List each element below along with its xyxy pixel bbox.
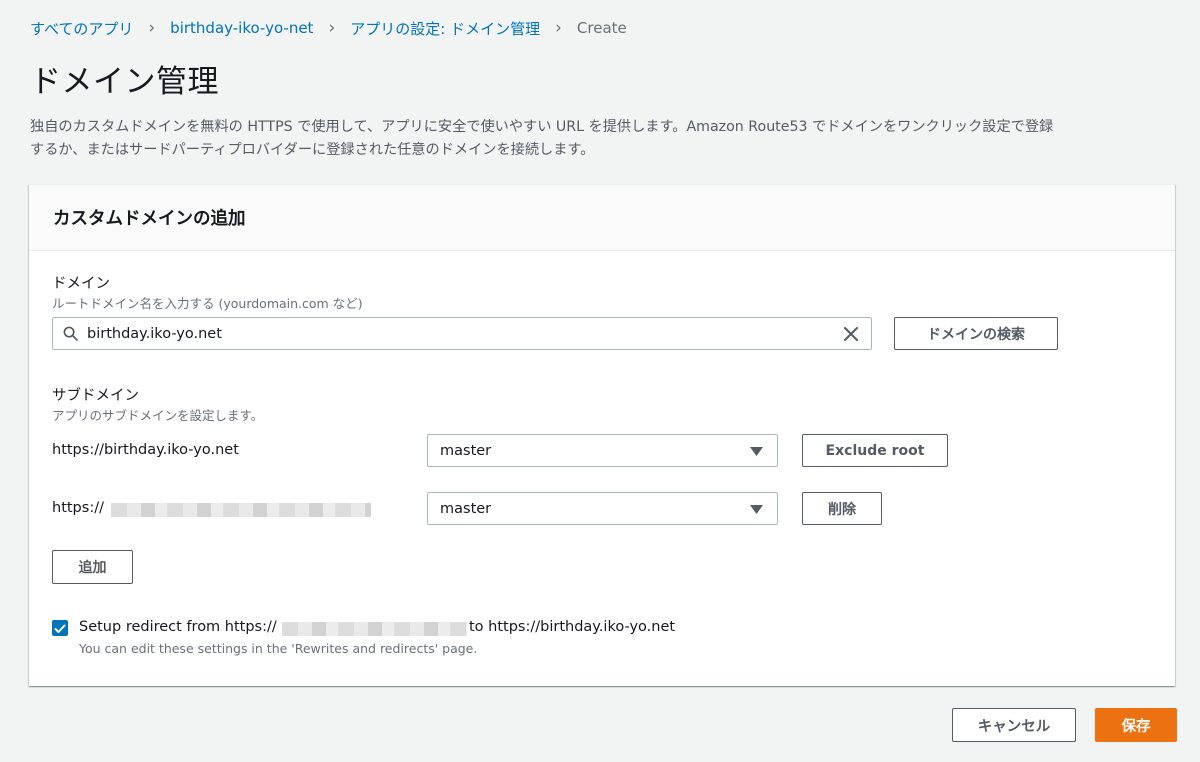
- panel-header: カスタムドメインの追加: [29, 185, 1175, 251]
- panel-title: カスタムドメインの追加: [53, 209, 246, 229]
- add-custom-domain-panel: カスタムドメインの追加 ドメイン ルートドメイン名を入力する (yourdoma…: [29, 184, 1175, 686]
- domain-input[interactable]: [87, 318, 831, 349]
- cancel-button[interactable]: キャンセル: [952, 708, 1076, 742]
- page-description: 独自のカスタムドメインを無料の HTTPS で使用して、アプリに安全で使いやすい…: [30, 116, 1180, 162]
- breadcrumb-separator: ›: [328, 17, 336, 38]
- search-domain-button[interactable]: ドメインの検索: [894, 317, 1058, 350]
- branch-select-value: master: [440, 500, 492, 517]
- delete-subdomain-button[interactable]: 削除: [802, 492, 882, 525]
- page: すべてのアプリ › birthday-iko-yo-net › アプリの設定: …: [0, 0, 1200, 762]
- caret-down-icon: [750, 441, 763, 460]
- subdomain-label: サブドメイン: [52, 388, 139, 404]
- domain-description: ルートドメイン名を入力する (yourdomain.com など): [52, 296, 363, 311]
- page-title: ドメイン管理: [30, 64, 219, 100]
- save-button[interactable]: 保存: [1095, 708, 1177, 742]
- redirect-hint: You can edit these settings in the 'Rewr…: [79, 641, 478, 656]
- breadcrumb-app[interactable]: birthday-iko-yo-net: [170, 19, 313, 37]
- exclude-root-button[interactable]: Exclude root: [802, 434, 948, 467]
- subdomain-description: アプリのサブドメインを設定します。: [52, 408, 264, 423]
- branch-select-root[interactable]: master: [427, 434, 778, 467]
- redacted-subdomain: [111, 503, 371, 517]
- caret-down-icon: [750, 499, 763, 518]
- redacted-redirect-host: [282, 622, 467, 636]
- domain-label: ドメイン: [52, 276, 110, 292]
- breadcrumb: すべてのアプリ › birthday-iko-yo-net › アプリの設定: …: [30, 17, 627, 39]
- page-description-line-1: 独自のカスタムドメインを無料の HTTPS で使用して、アプリに安全で使いやすい…: [30, 119, 1054, 135]
- redirect-checkbox[interactable]: [52, 620, 68, 636]
- branch-select-value: master: [440, 442, 492, 459]
- breadcrumb-domain-settings[interactable]: アプリの設定: ドメイン管理: [350, 18, 540, 39]
- breadcrumb-all-apps[interactable]: すべてのアプリ: [30, 18, 133, 39]
- page-description-line-2: するか、またはサードパーティプロバイダーに登録された任意のドメインを接続します。: [30, 142, 595, 158]
- branch-select-subdomain[interactable]: master: [427, 492, 778, 525]
- subdomain-url-prefix: https://: [52, 500, 104, 516]
- check-icon: [54, 619, 66, 638]
- search-icon: [53, 326, 87, 341]
- breadcrumb-separator: ›: [555, 17, 562, 38]
- subdomain-url-root: https://birthday.iko-yo.net: [52, 442, 239, 458]
- breadcrumb-current: Create: [576, 19, 627, 37]
- close-icon[interactable]: [831, 318, 871, 349]
- domain-search-box: [52, 317, 872, 350]
- add-subdomain-button[interactable]: 追加: [52, 550, 133, 584]
- redirect-label-suffix: to https://birthday.iko-yo.net: [469, 619, 676, 635]
- redirect-label-prefix: Setup redirect from https://: [79, 619, 277, 635]
- breadcrumb-separator: ›: [148, 17, 156, 38]
